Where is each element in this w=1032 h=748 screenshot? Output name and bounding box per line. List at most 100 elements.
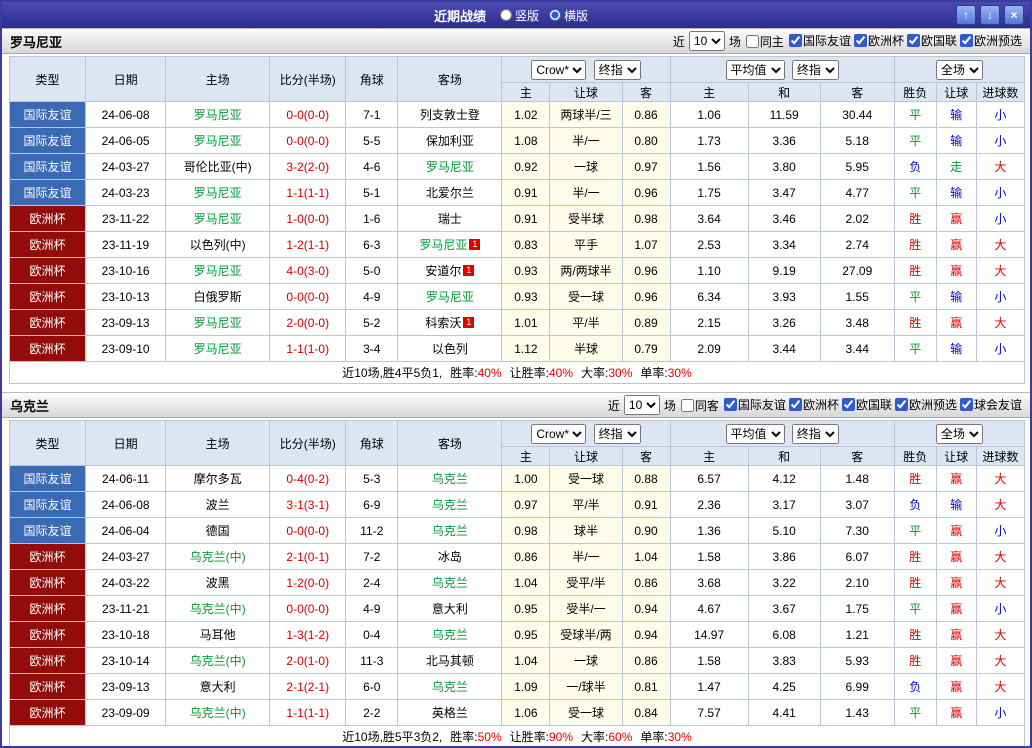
avg-time-select[interactable]: 终指	[791, 423, 839, 444]
same-venue-checkbox[interactable]: 同客	[678, 397, 719, 414]
avg-draw-odds: 3.86	[747, 543, 821, 570]
league-filter-checkbox[interactable]: 欧国联	[904, 32, 957, 49]
match-date: 23-10-13	[85, 283, 167, 310]
home-odds: 0.86	[501, 543, 551, 570]
avg-draw-odds: 4.41	[747, 699, 821, 726]
match-score: 1-0(0-0)	[269, 205, 347, 232]
match-row: 国际友谊 24-06-04 德国 0-0(0-0) 11-2 乌克兰 0.98 球半 0.90 1…	[8, 517, 1026, 544]
scroll-up-button[interactable]: ↑	[956, 5, 976, 25]
odds-time-select[interactable]: 终指	[593, 423, 641, 444]
league-filter-input[interactable]	[723, 398, 737, 411]
result-handicap: 输	[935, 101, 977, 128]
league-filter-input[interactable]	[894, 398, 908, 411]
home-odds: 0.95	[501, 621, 551, 648]
titlebar: 近期战绩 竖版 横版 ↑ ↓ ×	[2, 2, 1030, 28]
match-row: 欧洲杯 24-03-22 波黑 1-2(0-0) 2-4 乌克兰 1.04 受平/半 0.86 3…	[8, 569, 1026, 596]
league-filter-checkbox[interactable]: 欧洲预选	[892, 396, 957, 413]
result-handicap: 赢	[935, 257, 977, 284]
home-team: 罗马尼亚	[165, 335, 271, 362]
league-filter-checkbox[interactable]: 欧洲杯	[851, 32, 904, 49]
corner-count: 11-3	[345, 647, 399, 674]
corner-count: 6-9	[345, 491, 399, 518]
odds-provider-select[interactable]: Crow*	[531, 423, 587, 444]
scroll-down-button[interactable]: ↓	[980, 5, 1000, 25]
match-score: 3-1(3-1)	[269, 491, 347, 518]
league-filter-checkbox[interactable]: 球会友谊	[957, 396, 1022, 413]
league-filter-checkbox[interactable]: 国际友谊	[721, 396, 786, 413]
sub-handicap-result: 让球	[935, 82, 977, 102]
result-handicap: 赢	[935, 699, 977, 726]
league-filter-input[interactable]	[841, 398, 855, 411]
avg-away-odds: 1.55	[819, 283, 895, 310]
league-filter-checkbox[interactable]: 欧国联	[839, 396, 892, 413]
home-team: 乌克兰(中)	[165, 699, 271, 726]
home-team: 罗马尼亚	[165, 257, 271, 284]
sub-winlose: 胜负	[893, 82, 937, 102]
away-team: 保加利亚	[397, 127, 503, 154]
col-type: 类型	[8, 56, 87, 102]
corner-count: 2-2	[345, 699, 399, 726]
avg-odds-select[interactable]: 平均值	[725, 423, 785, 444]
avg-time-select[interactable]: 终指	[791, 59, 839, 80]
league-filter-input[interactable]	[959, 398, 973, 411]
results-table: 类型 日期 主场 比分(半场) 角球 客场 Crow* 终指 平均值 终指 全场…	[8, 56, 1026, 384]
avg-home-odds: 1.10	[669, 257, 749, 284]
league-type: 欧洲杯	[8, 699, 87, 726]
away-team: 列支敦士登	[397, 101, 503, 128]
home-team: 以色列(中)	[165, 231, 271, 258]
league-filter-checkbox[interactable]: 欧洲预选	[957, 32, 1022, 49]
odds-provider-select[interactable]: Crow*	[531, 59, 587, 80]
away-team: 乌克兰	[397, 569, 503, 596]
result-handicap: 输	[935, 179, 977, 206]
corner-count: 1-6	[345, 205, 399, 232]
handicap: 受一球	[549, 283, 623, 310]
league-filter-input[interactable]	[788, 398, 802, 411]
layout-vertical-radio[interactable]	[499, 9, 512, 21]
same-venue-checkbox[interactable]: 同主	[743, 33, 784, 50]
result-handicap: 输	[935, 491, 977, 518]
match-row: 欧洲杯 23-11-19 以色列(中) 1-2(1-1) 6-3 罗马尼亚 1 0.83 平手 1…	[8, 231, 1026, 258]
scope-select[interactable]: 全场	[935, 59, 983, 80]
league-filter-input[interactable]	[853, 34, 867, 47]
league-filter-input[interactable]	[788, 34, 802, 47]
sub-home-odds: 主	[501, 446, 551, 466]
handicap: 受半球	[549, 205, 623, 232]
odds-time-select[interactable]: 终指	[593, 59, 641, 80]
red-card-badge: 1	[463, 265, 475, 276]
col-corner: 角球	[345, 56, 399, 102]
avg-home-odds: 1.58	[669, 647, 749, 674]
home-odds: 0.92	[501, 153, 551, 180]
home-team: 白俄罗斯	[165, 283, 271, 310]
layout-vertical-option[interactable]: 竖版	[499, 7, 539, 24]
match-count-select[interactable]: 10	[623, 395, 660, 415]
same-venue-input[interactable]	[680, 398, 694, 412]
league-type: 国际友谊	[8, 491, 87, 518]
league-type: 欧洲杯	[8, 205, 87, 232]
avg-odds-select[interactable]: 平均值	[725, 59, 785, 80]
layout-horizontal-radio[interactable]	[549, 9, 561, 21]
avg-odds-header: 平均值 终指	[669, 420, 895, 447]
layout-horizontal-option[interactable]: 横版	[549, 7, 588, 24]
match-row: 欧洲杯 23-09-09 乌克兰(中) 1-1(1-1) 2-2 英格兰 1.06 受一球 0.…	[8, 699, 1026, 726]
match-count-select[interactable]: 10	[688, 31, 725, 51]
close-button[interactable]: ×	[1004, 5, 1024, 25]
league-filter-input[interactable]	[906, 34, 920, 47]
match-row: 国际友谊 24-06-05 罗马尼亚 0-0(0-0) 5-5 保加利亚 1.08 半/一 0.…	[8, 127, 1026, 154]
league-filter-checkbox[interactable]: 欧洲杯	[786, 396, 839, 413]
result-winlose: 负	[893, 491, 937, 518]
corner-count: 11-2	[345, 517, 399, 544]
same-venue-input[interactable]	[745, 34, 759, 48]
match-row: 欧洲杯 23-11-22 罗马尼亚 1-0(0-0) 1-6 瑞士 0.91 受半球 0.98 3…	[8, 205, 1026, 232]
league-filter-label: 欧国联	[855, 398, 892, 412]
home-team: 马耳他	[165, 621, 271, 648]
result-goals: 大	[975, 621, 1026, 648]
filter-bar: 近 10 场 同主 国际友谊 欧洲杯 欧国联 欧洲预选	[673, 31, 1022, 51]
stat-value: 30%	[667, 366, 692, 380]
result-handicap: 赢	[935, 595, 977, 622]
scope-select[interactable]: 全场	[935, 423, 983, 444]
away-team: 北爱尔兰	[397, 179, 503, 206]
away-odds: 0.81	[621, 673, 671, 700]
league-filter-input[interactable]	[959, 34, 973, 47]
match-score: 2-1(2-1)	[269, 673, 347, 700]
league-filter-checkbox[interactable]: 国际友谊	[786, 32, 851, 49]
